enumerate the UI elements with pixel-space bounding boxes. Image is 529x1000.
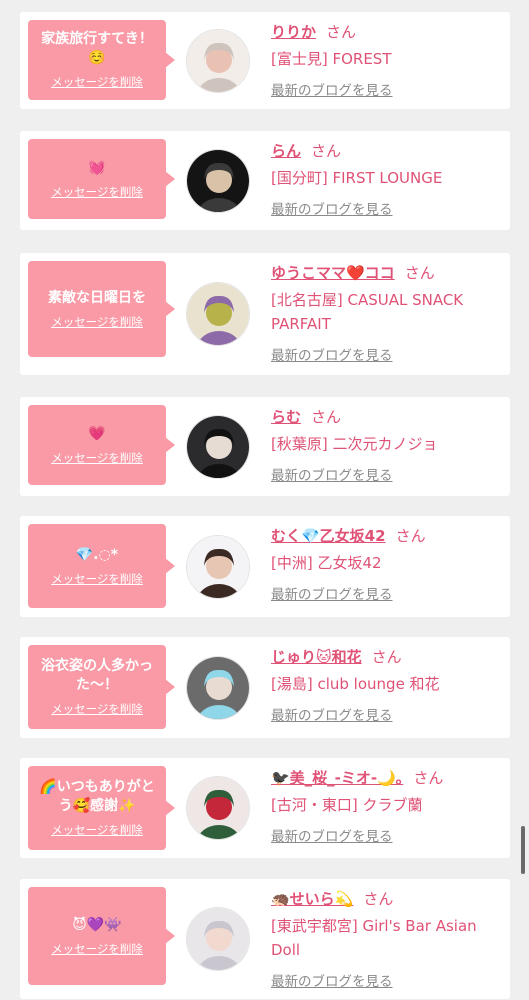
delete-message-link[interactable]: メッセージを削除 (51, 571, 143, 587)
avatar[interactable] (186, 907, 250, 971)
avatar-image (187, 283, 249, 345)
latest-blog-link[interactable]: 最新のブログを見る (271, 464, 393, 484)
honorific: さん (404, 264, 435, 282)
shop-name: [富士見] FOREST (271, 50, 392, 68)
latest-blog-link[interactable]: 最新のブログを見る (271, 198, 393, 218)
avatar-image (187, 150, 249, 212)
message-text: 💗 (88, 425, 106, 442)
latest-blog-link[interactable]: 最新のブログを見る (271, 704, 393, 724)
honorific: さん (371, 648, 402, 666)
name-line: らむ さん (271, 406, 502, 429)
honorific: さん (363, 890, 394, 908)
card-info: らん さん [国分町] FIRST LOUNGE 最新のブログを見る (271, 140, 502, 218)
avatar-image (187, 777, 249, 839)
shop-name: [国分町] FIRST LOUNGE (271, 169, 443, 187)
avatar-image (187, 657, 249, 719)
message-card: 🌈いつもありがとう🥰感謝✨ メッセージを削除 🐦‍⬛美_桜_-ミオ-🌙｡ さん [古河・… (20, 758, 510, 858)
message-card: 💗 メッセージを削除 らむ さん [秋葉原] 二次元カノジョ 最新のブログを見る (20, 397, 510, 496)
name-line: らん さん (271, 140, 502, 163)
delete-message-link[interactable]: メッセージを削除 (51, 701, 143, 717)
message-bubble: 🌈いつもありがとう🥰感謝✨ メッセージを削除 (28, 766, 175, 850)
avatar-image (187, 416, 249, 478)
message-card: 家族旅行すてき！☺️ メッセージを削除 りりか さん [富士見] FOREST 最新のブロ… (20, 12, 510, 109)
card-info: らむ さん [秋葉原] 二次元カノジョ 最新のブログを見る (271, 406, 502, 484)
cast-name-link[interactable]: じゅり🐱和花 (271, 648, 362, 666)
name-line: りりか さん (271, 21, 502, 44)
avatar-image (187, 908, 249, 970)
message-bubble: 浴衣姿の人多かった〜！ メッセージを削除 (28, 645, 175, 729)
message-bubble: 💓 メッセージを削除 (28, 139, 175, 219)
cast-name-link[interactable]: らん (271, 142, 301, 160)
name-line: ゆうこママ❤️ココ さん (271, 262, 502, 285)
card-info: じゅり🐱和花 さん [湯島] club lounge 和花 最新のブログを見る (271, 646, 502, 724)
card-info: りりか さん [富士見] FOREST 最新のブログを見る (271, 21, 502, 99)
shop-name: [東武宇都宮] Girl's Bar Asian Doll (271, 917, 477, 959)
latest-blog-link[interactable]: 最新のブログを見る (271, 583, 393, 603)
shop-name: [中洲] 乙女坂42 (271, 554, 382, 572)
name-line: むく💎乙女坂42 さん (271, 525, 502, 548)
delete-message-link[interactable]: メッセージを削除 (51, 822, 143, 838)
shop-name: [古河・東口] クラブ蘭 (271, 796, 423, 814)
cast-name-link[interactable]: 🦔せいら💫 (271, 890, 353, 908)
message-card: 素敵な日曜日を メッセージを削除 ゆうこママ❤️ココ さん [北名古屋] CASUAL … (20, 253, 510, 375)
avatar-image (187, 536, 249, 598)
message-text: 浴衣姿の人多かった〜！ (41, 658, 153, 693)
message-card: 💎.◌* メッセージを削除 むく💎乙女坂42 さん [中洲] 乙女坂42 最新のブログを見… (20, 516, 510, 617)
name-line: 🐦‍⬛美_桜_-ミオ-🌙｡ さん (271, 767, 502, 790)
message-bubble: 家族旅行すてき！☺️ メッセージを削除 (28, 20, 175, 100)
shop-name: [北名古屋] CASUAL SNACK PARFAIT (271, 291, 464, 333)
cast-name-link[interactable]: むく💎乙女坂42 (271, 527, 386, 545)
avatar[interactable] (186, 149, 250, 213)
avatar[interactable] (186, 415, 250, 479)
cast-name-link[interactable]: 🐦‍⬛美_桜_-ミオ-🌙｡ (271, 769, 403, 787)
delete-message-link[interactable]: メッセージを削除 (51, 450, 143, 466)
delete-message-link[interactable]: メッセージを削除 (51, 74, 143, 90)
avatar[interactable] (186, 29, 250, 93)
message-bubble: 素敵な日曜日を メッセージを削除 (28, 261, 175, 357)
avatar-image (187, 30, 249, 92)
avatar[interactable] (186, 282, 250, 346)
message-text: 素敵な日曜日を (48, 289, 146, 306)
cast-name-link[interactable]: りりか (271, 23, 316, 41)
message-card: 浴衣姿の人多かった〜！ メッセージを削除 じゅり🐱和花 さん [湯島] club lou… (20, 637, 510, 738)
message-text: 🌈いつもありがとう🥰感謝✨ (39, 779, 155, 814)
latest-blog-link[interactable]: 最新のブログを見る (271, 79, 393, 99)
message-card: 😈💜👾 メッセージを削除 🦔せいら💫 さん [東武宇都宮] Girl's Bar Asi… (20, 879, 510, 999)
latest-blog-link[interactable]: 最新のブログを見る (271, 344, 393, 364)
card-info: 🐦‍⬛美_桜_-ミオ-🌙｡ さん [古河・東口] クラブ蘭 最新のブログを見る (271, 767, 502, 845)
name-line: じゅり🐱和花 さん (271, 646, 502, 669)
card-info: 🦔せいら💫 さん [東武宇都宮] Girl's Bar Asian Doll 最新のブ… (271, 888, 502, 990)
message-bubble: 💗 メッセージを削除 (28, 405, 175, 485)
message-card-list: 家族旅行すてき！☺️ メッセージを削除 りりか さん [富士見] FOREST 最新のブロ… (0, 0, 529, 1000)
name-line: 🦔せいら💫 さん (271, 888, 502, 911)
honorific: さん (395, 527, 426, 545)
message-text: 😈💜👾 (72, 916, 122, 933)
message-text: 💎.◌* (75, 546, 119, 563)
scrollbar-thumb[interactable] (521, 826, 525, 874)
message-bubble: 💎.◌* メッセージを削除 (28, 524, 175, 608)
latest-blog-link[interactable]: 最新のブログを見る (271, 970, 393, 990)
honorific: さん (311, 408, 342, 426)
cast-name-link[interactable]: らむ (271, 408, 301, 426)
delete-message-link[interactable]: メッセージを削除 (51, 314, 143, 330)
message-bubble: 😈💜👾 メッセージを削除 (28, 887, 175, 985)
shop-name: [湯島] club lounge 和花 (271, 675, 440, 693)
honorific: さん (311, 142, 342, 160)
honorific: さん (326, 23, 357, 41)
latest-blog-link[interactable]: 最新のブログを見る (271, 825, 393, 845)
message-card: 💓 メッセージを削除 らん さん [国分町] FIRST LOUNGE 最新のブログを見る (20, 131, 510, 230)
delete-message-link[interactable]: メッセージを削除 (51, 941, 143, 957)
message-text: 家族旅行すてき！☺️ (41, 31, 153, 66)
shop-name: [秋葉原] 二次元カノジョ (271, 435, 438, 453)
cast-name-link[interactable]: ゆうこママ❤️ココ (271, 264, 395, 282)
honorific: さん (413, 769, 444, 787)
card-info: ゆうこママ❤️ココ さん [北名古屋] CASUAL SNACK PARFAIT 最新… (271, 262, 502, 364)
card-info: むく💎乙女坂42 さん [中洲] 乙女坂42 最新のブログを見る (271, 525, 502, 603)
message-text: 💓 (88, 159, 106, 176)
avatar[interactable] (186, 776, 250, 840)
avatar[interactable] (186, 656, 250, 720)
delete-message-link[interactable]: メッセージを削除 (51, 184, 143, 200)
avatar[interactable] (186, 535, 250, 599)
